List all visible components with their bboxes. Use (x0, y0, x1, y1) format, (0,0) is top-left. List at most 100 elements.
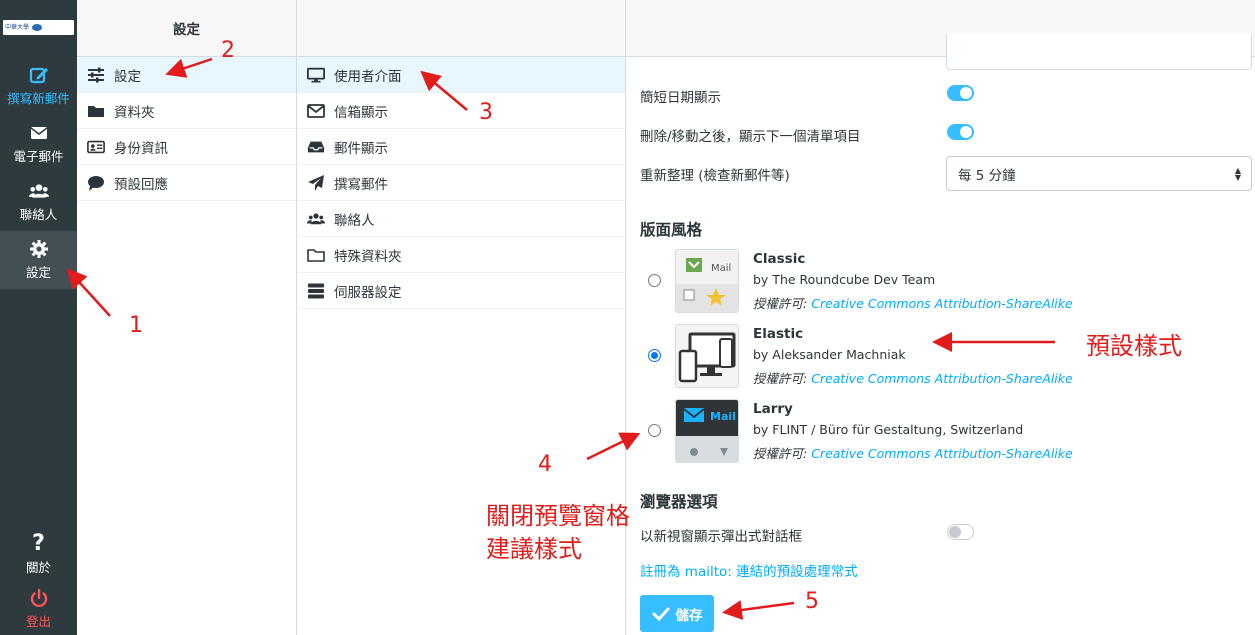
section-identities[interactable]: 身份資訊 (77, 129, 296, 165)
larry-thumbnail-icon: Mail (676, 400, 738, 462)
roundcube-window: 中華大學 撰寫新郵件 電子郵件 聯絡人 設定 ? 關於 登出 設定 設定 資料夾… (0, 0, 1255, 635)
skin-radio-elastic[interactable] (648, 349, 661, 362)
classic-thumbnail-icon: Mail (676, 250, 738, 312)
preferences-form-panel: 簡短日期顯示 刪除/移動之後，顯示下一個清單項目 重新整理 (檢查新郵件等) 每… (626, 0, 1255, 635)
license-link[interactable]: Creative Commons Attribution-ShareAlike (811, 446, 1073, 461)
users-icon (307, 212, 325, 224)
skin-radio-classic[interactable] (648, 274, 661, 287)
nav-about-label: 關於 (25, 560, 51, 575)
nav-logout[interactable]: 登出 (0, 580, 77, 635)
settings-panel-title: 設定 (77, 0, 296, 57)
nav-contacts[interactable]: 聯絡人 (0, 173, 77, 231)
pref-special-folders[interactable]: 特殊資料夾 (297, 237, 625, 273)
annotation-number-3: 3 (479, 100, 493, 125)
pref-label: 信箱顯示 (334, 104, 388, 121)
nav-mail-label: 電子郵件 (13, 149, 64, 164)
pref-server-settings[interactable]: 伺服器設定 (297, 273, 625, 309)
skin-name-larry: Larry (753, 401, 793, 417)
mailto-handler-link[interactable]: 註冊為 mailto: 連結的預設處理常式 (640, 560, 858, 580)
paper-plane-icon (308, 174, 324, 191)
save-label: 儲存 (675, 607, 703, 624)
section-responses[interactable]: 預設回應 (77, 165, 296, 201)
section-folders[interactable]: 資料夾 (77, 93, 296, 129)
annotation-default-style: 預設樣式 (1086, 332, 1182, 360)
nav-about[interactable]: ? 關於 (0, 526, 77, 584)
users-icon (28, 184, 49, 198)
settings-sections-panel: 設定 設定 資料夾 身份資訊 預設回應 (77, 0, 297, 635)
pref-compose[interactable]: 撰寫郵件 (297, 165, 625, 201)
pref-label: 使用者介面 (334, 68, 402, 85)
pref-label: 聯絡人 (334, 212, 375, 229)
license-link[interactable]: Creative Commons Attribution-ShareAlike (811, 371, 1073, 386)
skin-license-larry: 授權許可: Creative Commons Attribution-Share… (753, 443, 1073, 462)
sliders-icon (88, 67, 104, 82)
short-date-label: 簡短日期顯示 (640, 90, 721, 106)
university-logo[interactable]: 中華大學 (3, 20, 74, 35)
pref-message-view[interactable]: 郵件顯示 (297, 129, 625, 165)
pref-label: 郵件顯示 (334, 140, 388, 157)
skin-radio-larry[interactable] (648, 424, 661, 437)
annotation-note-line2: 建議樣式 (486, 535, 582, 563)
popup-toggle[interactable] (947, 524, 974, 540)
short-date-toggle[interactable] (947, 85, 974, 101)
refresh-interval-value: 每 5 分鐘 (958, 167, 1016, 184)
annotation-note-line1: 關閉預覽窗格 (486, 502, 630, 530)
pref-contacts[interactable]: 聯絡人 (297, 201, 625, 237)
license-prefix: 授權許可: (753, 446, 808, 461)
nav-contacts-label: 聯絡人 (19, 207, 58, 222)
section-label: 身份資訊 (114, 140, 168, 157)
inbox-icon (307, 141, 325, 152)
section-preferences[interactable]: 設定 (77, 57, 296, 93)
skin-thumbnail-larry: Mail (675, 399, 739, 463)
save-button[interactable]: 儲存 (640, 595, 714, 632)
refresh-label: 重新整理 (檢查新郵件等) (640, 168, 790, 184)
skin-author-elastic: by Aleksander Machniak (753, 347, 906, 362)
refresh-interval-select[interactable]: 每 5 分鐘 ▲ ▼ (946, 156, 1252, 191)
pref-user-interface[interactable]: 使用者介面 (297, 57, 625, 93)
envelope-icon (307, 103, 325, 118)
skin-name-elastic: Elastic (753, 326, 804, 342)
nav-settings-label: 設定 (25, 265, 51, 280)
section-label: 設定 (114, 68, 141, 85)
comment-icon (88, 175, 104, 191)
next-item-label: 刪除/移動之後，顯示下一個清單項目 (640, 129, 861, 145)
skin-author-larry: by FLINT / Büro für Gestaltung, Switzerl… (753, 422, 1024, 437)
pref-label: 撰寫郵件 (334, 176, 388, 193)
question-icon: ? (32, 531, 45, 556)
nav-settings[interactable]: 設定 (0, 231, 77, 289)
cut-off-select[interactable] (946, 34, 1252, 70)
classic-thumb-text: Mail (711, 263, 731, 274)
skin-author-classic: by The Roundcube Dev Team (753, 272, 936, 287)
pref-label: 伺服器設定 (334, 284, 402, 301)
skin-license-elastic: 授權許可: Creative Commons Attribution-Share… (753, 368, 1073, 387)
skin-license-classic: 授權許可: Creative Commons Attribution-Share… (753, 293, 1073, 312)
pref-mailbox-view[interactable]: 信箱顯示 (297, 93, 625, 129)
envelope-icon (30, 127, 47, 139)
server-icon (308, 283, 324, 298)
annotation-number-2: 2 (221, 38, 235, 63)
id-card-icon (87, 140, 105, 153)
nav-mail[interactable]: 電子郵件 (0, 115, 77, 173)
license-prefix: 授權許可: (753, 296, 808, 311)
preferences-panel-header (297, 0, 625, 57)
select-caret-icon: ▲ ▼ (1234, 166, 1241, 182)
logo-mark-icon (32, 24, 43, 31)
skin-option-classic[interactable]: Mail Classic by The Roundcube Dev Team 授… (640, 249, 1240, 313)
annotation-number-1: 1 (129, 313, 143, 338)
next-item-toggle[interactable] (947, 124, 974, 140)
nav-compose[interactable]: 撰寫新郵件 (0, 57, 77, 115)
annotation-number-5: 5 (805, 589, 819, 614)
license-link[interactable]: Creative Commons Attribution-ShareAlike (811, 296, 1073, 311)
power-icon (30, 588, 47, 608)
skin-section-title: 版面風格 (640, 221, 703, 239)
logo-text: 中華大學 (5, 24, 30, 31)
annotation-number-4: 4 (538, 452, 552, 477)
gear-icon (29, 240, 48, 258)
main-navigation: 中華大學 撰寫新郵件 電子郵件 聯絡人 設定 ? 關於 登出 (0, 0, 77, 635)
monitor-icon (307, 67, 325, 82)
section-label: 預設回應 (114, 176, 168, 193)
folder-icon (88, 105, 104, 117)
nav-logout-label: 登出 (25, 614, 51, 629)
edit-icon (29, 67, 48, 84)
skin-option-larry[interactable]: Mail Larry by FLINT / Büro für Gestaltun… (640, 399, 1240, 463)
